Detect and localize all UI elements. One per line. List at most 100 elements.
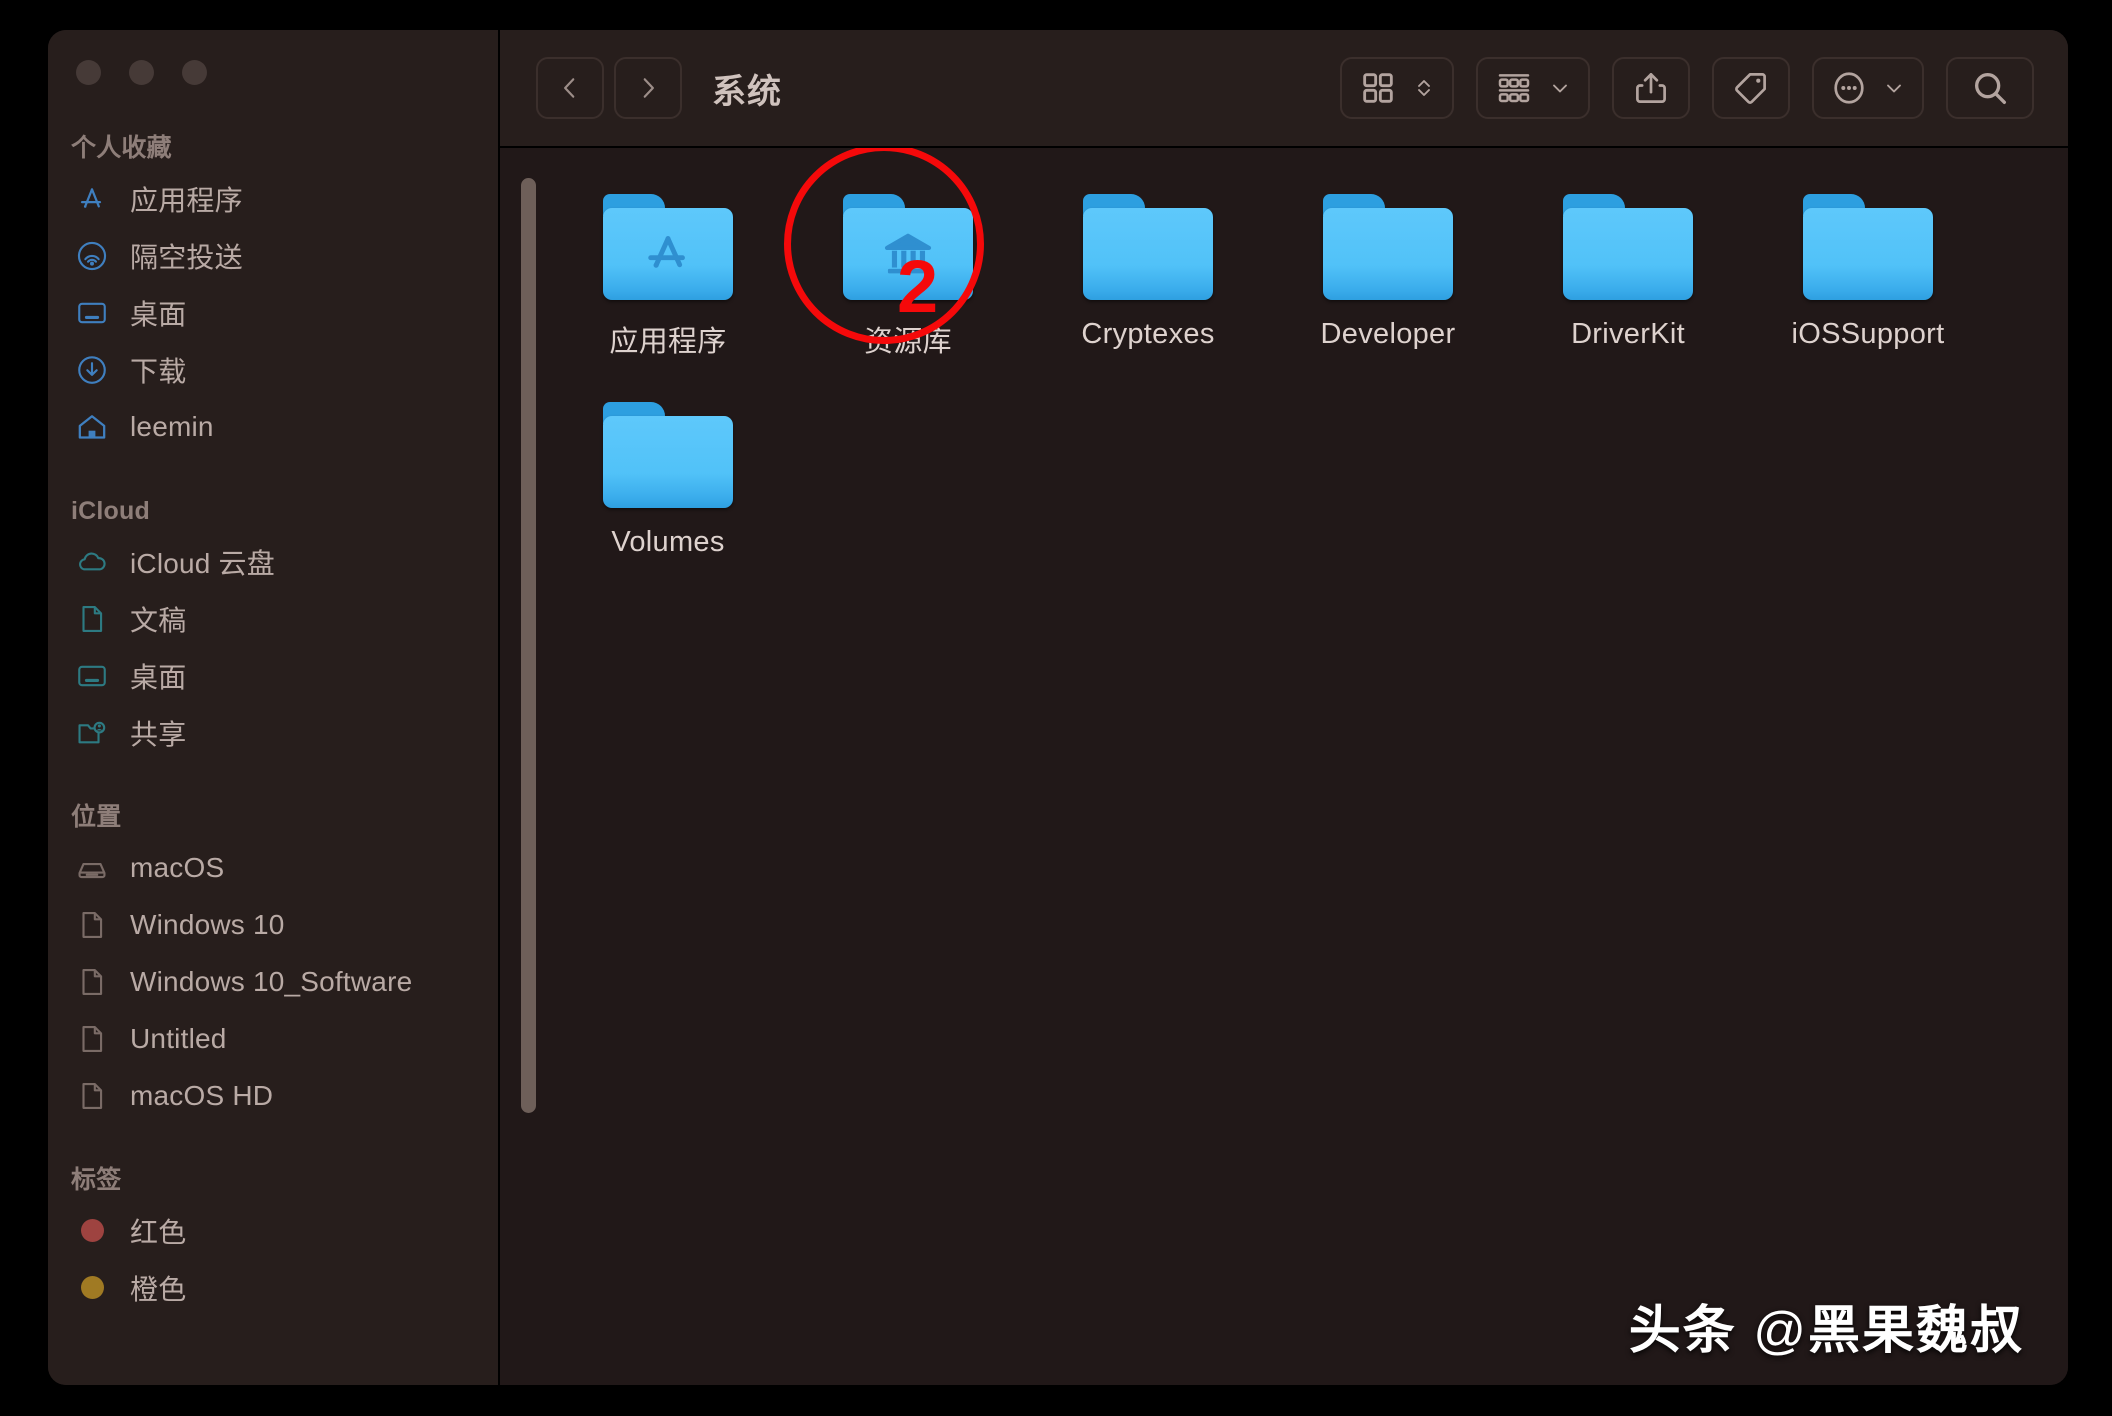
folder-icon: [1083, 194, 1213, 300]
group-by-list-icon: [1498, 74, 1530, 103]
file-item-cryptexes[interactable]: Cryptexes: [1028, 194, 1268, 360]
close-button[interactable]: [76, 60, 101, 85]
sidebar-item-label: Windows 10_Software: [130, 965, 413, 997]
document-page-icon: [72, 907, 112, 943]
tag-dot-icon: [72, 1213, 112, 1249]
bank-building-icon: [884, 233, 932, 274]
sidebar-item-label: iCloud 云盘: [130, 547, 275, 579]
file-item-applications[interactable]: 应用程序: [548, 194, 788, 360]
sidebar-item-untitled[interactable]: Untitled: [48, 1010, 500, 1067]
sidebar-section-icloud-title: iCloud: [71, 497, 150, 525]
window-traffic-lights: [76, 60, 207, 85]
file-item-label: DriverKit: [1571, 318, 1685, 350]
back-button[interactable]: [536, 57, 604, 119]
sidebar-item-icloud-desktop[interactable]: 桌面: [48, 647, 500, 704]
chevron-down-icon: [1553, 84, 1567, 93]
chevron-down-icon: [1887, 84, 1901, 93]
sidebar-item-shared[interactable]: 共享: [48, 704, 500, 761]
sidebar-item-home-leemin[interactable]: leemin: [48, 398, 500, 455]
sidebar-item-desktop[interactable]: 桌面: [48, 284, 500, 341]
sidebar-item-tag-orange[interactable]: 橙色: [48, 1259, 500, 1316]
icon-grid: 应用程序 2 资源库 Cryptexes Developer DriverKit…: [500, 148, 2068, 559]
watermark: 头条 @黑果魏叔: [1629, 1288, 2024, 1363]
sidebar-item-windows-10-software[interactable]: Windows 10_Software: [48, 953, 500, 1010]
finder-main-pane: 系统 应用程序 2 资源库 Cryptexes Developer Driver…: [500, 30, 2068, 1385]
file-item-library[interactable]: 2 资源库: [784, 148, 1028, 360]
add-tag-button[interactable]: [1712, 57, 1790, 119]
file-item-volumes[interactable]: Volumes: [548, 402, 788, 559]
minimize-button[interactable]: [129, 60, 154, 85]
sidebar-section-tags-title: 标签: [71, 1166, 122, 1194]
navigation-buttons: [536, 57, 682, 119]
sidebar-item-label: 隔空投送: [130, 241, 243, 273]
app-store-a-icon: [72, 181, 112, 217]
watermark-handle: 黑果魏叔: [1807, 1302, 2024, 1360]
sidebar-item-macos-hd[interactable]: macOS HD: [48, 1067, 500, 1124]
shared-folder-person-icon: [72, 715, 112, 751]
folder-icon: [603, 402, 733, 508]
sidebar-item-label: 红色: [130, 1216, 187, 1248]
folder-library-icon: 2: [843, 194, 973, 324]
file-item-label: 资源库: [864, 326, 952, 358]
sidebar-item-windows-10[interactable]: Windows 10: [48, 896, 500, 953]
maximize-button[interactable]: [182, 60, 207, 85]
file-item-iossupport[interactable]: iOSSupport: [1748, 194, 1988, 360]
finder-toolbar: 系统: [500, 30, 2068, 148]
home-house-icon: [72, 409, 112, 445]
file-item-developer[interactable]: Developer: [1268, 194, 1508, 360]
sidebar-section-locations-title: 位置: [71, 803, 122, 831]
file-item-label: 应用程序: [609, 326, 727, 358]
file-item-label: Volumes: [611, 526, 725, 558]
search-icon: [1975, 73, 2006, 105]
sidebar-item-applications[interactable]: 应用程序: [48, 170, 500, 227]
hard-drive-icon: [72, 850, 112, 886]
sidebar-item-label: macOS: [130, 851, 225, 883]
sidebar-scrollbar-thumb[interactable]: [521, 178, 536, 1113]
view-mode-button[interactable]: [1340, 57, 1454, 119]
sidebar-item-label: 下载: [130, 355, 187, 387]
group-by-button[interactable]: [1476, 57, 1590, 119]
document-page-icon: [72, 964, 112, 1000]
folder-applications-icon: [603, 194, 733, 300]
sidebar-scroll-area[interactable]: 个人收藏 应用程序 隔空投送 桌面 下载 leemin iCloud iClou…: [48, 126, 500, 1385]
sidebar-item-label: macOS HD: [130, 1079, 274, 1111]
folder-icon: [1803, 194, 1933, 300]
app-store-a-icon: [648, 236, 685, 268]
chevron-right-icon: [643, 78, 654, 98]
desktop-monitor-icon: [72, 658, 112, 694]
sidebar-item-tag-red[interactable]: 红色: [48, 1202, 500, 1259]
file-grid-area[interactable]: 应用程序 2 资源库 Cryptexes Developer DriverKit…: [500, 148, 2068, 1385]
cloud-icon: [72, 544, 112, 580]
sidebar-item-documents[interactable]: 文稿: [48, 590, 500, 647]
document-page-icon: [72, 601, 112, 637]
sidebar-section-favorites-title: 个人收藏: [71, 134, 172, 162]
icon-view-grid-icon: [1363, 73, 1393, 103]
sidebar-item-label: 橙色: [130, 1273, 187, 1305]
sidebar-item-label: 应用程序: [130, 184, 243, 216]
airdrop-icon: [72, 238, 112, 274]
search-button[interactable]: [1946, 57, 2034, 119]
sidebar-item-label: Untitled: [130, 1022, 227, 1054]
share-button[interactable]: [1612, 57, 1690, 119]
more-actions-button[interactable]: [1812, 57, 1924, 119]
sidebar-item-airdrop[interactable]: 隔空投送: [48, 227, 500, 284]
sidebar-item-label: 文稿: [130, 604, 187, 636]
folder-icon: [1323, 194, 1453, 300]
sidebar-item-icloud-drive[interactable]: iCloud 云盘: [48, 533, 500, 590]
finder-sidebar: 个人收藏 应用程序 隔空投送 桌面 下载 leemin iCloud iClou…: [48, 30, 500, 1385]
screenshot-root: 个人收藏 应用程序 隔空投送 桌面 下载 leemin iCloud iClou…: [0, 0, 2112, 1416]
download-circle-icon: [72, 352, 112, 388]
file-item-driverkit[interactable]: DriverKit: [1508, 194, 1748, 360]
sidebar-item-label: Windows 10: [130, 908, 285, 940]
sidebar-item-label: 桌面: [130, 298, 187, 330]
tag-dot-icon: [72, 1270, 112, 1306]
sidebar-item-macos[interactable]: macOS: [48, 839, 500, 896]
watermark-at-symbol: @: [1753, 1302, 1808, 1360]
sidebar-item-label: 共享: [130, 718, 187, 750]
sidebar-item-label: 桌面: [130, 661, 187, 693]
forward-button[interactable]: [614, 57, 682, 119]
sidebar-item-downloads[interactable]: 下载: [48, 341, 500, 398]
